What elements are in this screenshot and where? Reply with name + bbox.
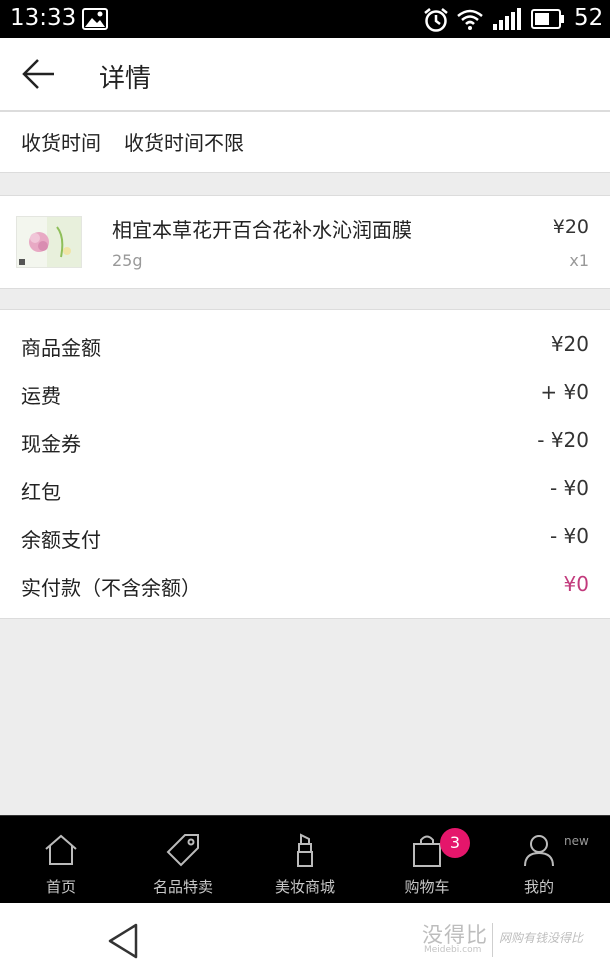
product-item[interactable]: 相宜本草花开百合花补水沁润面膜 25g ¥20 x1 — [0, 195, 610, 289]
summary-label: 运费 — [21, 384, 61, 408]
lipstick-icon — [297, 833, 313, 867]
header: 详情 — [0, 38, 610, 112]
summary-value: - ¥0 — [549, 476, 589, 500]
tab-label: 首页 — [45, 878, 76, 896]
summary-row-actual-payment: 实付款（不含余额） ¥0 — [0, 566, 610, 602]
system-nav-bar: 没得比 Meidebi.com 网购有钱没得比 — [0, 903, 610, 976]
delivery-time-value: 收货时间不限 — [124, 131, 244, 155]
summary-value: ¥20 — [550, 332, 589, 356]
tag-icon — [166, 834, 199, 867]
arrow-left-icon — [22, 59, 54, 89]
actual-payment-value: ¥0 — [563, 572, 589, 596]
summary-value: - ¥0 — [549, 524, 589, 548]
summary-row-shipping: 运费 + ¥0 — [0, 374, 610, 410]
status-bar: 13:33 52 — [0, 0, 610, 38]
summary-label: 现金券 — [21, 432, 81, 456]
summary-row-cash-coupon: 现金券 - ¥20 — [0, 422, 610, 458]
system-back-button[interactable] — [106, 921, 142, 961]
battery-percent: 52 — [574, 5, 604, 31]
tab-brand-sale[interactable]: 名品特卖 — [122, 816, 244, 904]
watermark: 没得比 Meidebi.com 网购有钱没得比 — [422, 919, 602, 963]
summary-value: + ¥0 — [540, 380, 589, 404]
home-icon — [45, 834, 77, 865]
product-name: 相宜本草花开百合花补水沁润面膜 — [112, 218, 412, 242]
bottom-tab-bar: 首页 名品特卖 美妆商城 3 购物车 我的 new — [0, 815, 610, 904]
watermark-domain: Meidebi.com — [424, 945, 482, 955]
watermark-divider — [492, 923, 493, 957]
summary-label: 红包 — [21, 480, 61, 504]
product-price: ¥20 — [552, 216, 589, 238]
delivery-time-row: 收货时间 收货时间不限 — [0, 112, 610, 173]
summary-row-goods-amount: 商品金额 ¥20 — [0, 326, 610, 362]
status-time: 13:33 — [10, 5, 77, 31]
tab-label: 购物车 — [404, 878, 450, 896]
tab-label: 名品特卖 — [152, 878, 213, 896]
product-image — [16, 216, 82, 268]
tab-label: 我的 — [523, 878, 554, 896]
tab-mine[interactable]: 我的 — [478, 816, 600, 904]
back-button[interactable] — [20, 56, 60, 92]
image-icon — [82, 8, 108, 30]
battery-icon — [531, 9, 564, 29]
tab-home[interactable]: 首页 — [0, 816, 122, 904]
alarm-icon — [424, 8, 448, 32]
delivery-time-label: 收货时间 — [21, 131, 101, 155]
page-title: 详情 — [99, 64, 152, 94]
summary-label: 余额支付 — [21, 528, 101, 552]
shopping-bag-icon — [413, 835, 441, 867]
summary-label: 商品金额 — [21, 336, 101, 360]
summary-row-red-packet: 红包 - ¥0 — [0, 470, 610, 506]
tab-cart[interactable]: 3 购物车 — [366, 816, 488, 904]
tab-label: 美妆商城 — [274, 878, 335, 896]
tab-beauty-mall[interactable]: 美妆商城 — [244, 816, 366, 904]
watermark-slogan: 网购有钱没得比 — [499, 931, 584, 945]
signal-icon — [493, 8, 521, 30]
summary-label: 实付款（不含余额） — [21, 576, 201, 600]
product-quantity: x1 — [569, 251, 589, 270]
triangle-back-icon — [108, 923, 138, 959]
summary-value: - ¥20 — [537, 428, 589, 452]
summary-row-balance-payment: 余额支付 - ¥0 — [0, 518, 610, 554]
wifi-icon — [457, 9, 483, 30]
product-spec: 25g — [112, 251, 143, 270]
order-summary: 商品金额 ¥20 运费 + ¥0 现金券 - ¥20 红包 - ¥0 余额支付 … — [0, 309, 610, 619]
user-icon — [524, 835, 554, 867]
cart-count-badge: 3 — [440, 828, 470, 858]
new-tag: new — [564, 834, 589, 848]
